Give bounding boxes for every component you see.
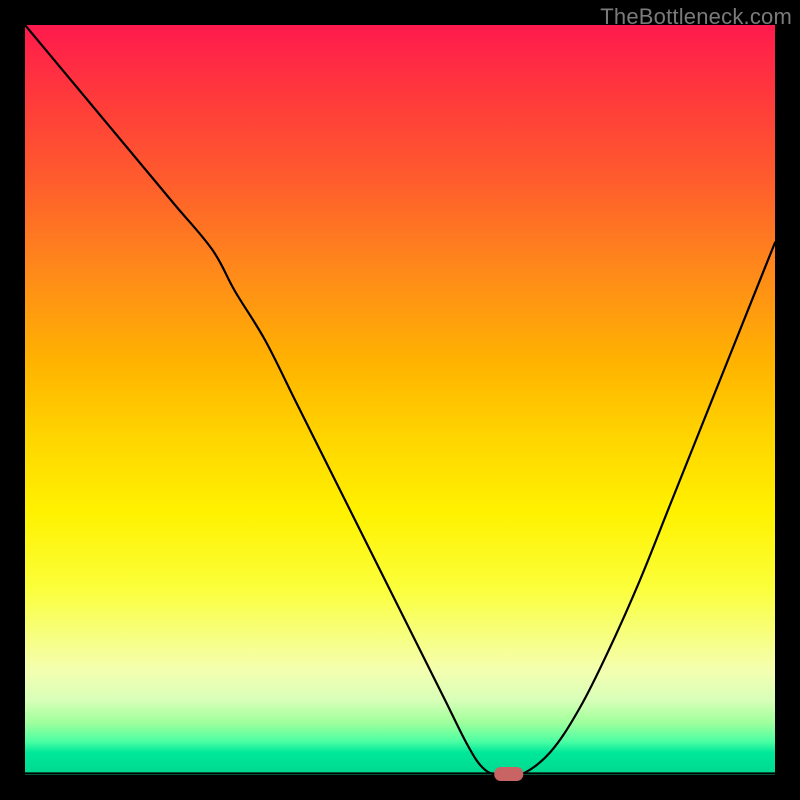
- bottleneck-curve: [25, 25, 775, 777]
- curve-svg: [25, 25, 775, 775]
- chart-container: TheBottleneck.com: [0, 0, 800, 800]
- watermark-text: TheBottleneck.com: [600, 4, 792, 30]
- plot-area: [25, 25, 775, 775]
- optimal-marker: [495, 768, 523, 781]
